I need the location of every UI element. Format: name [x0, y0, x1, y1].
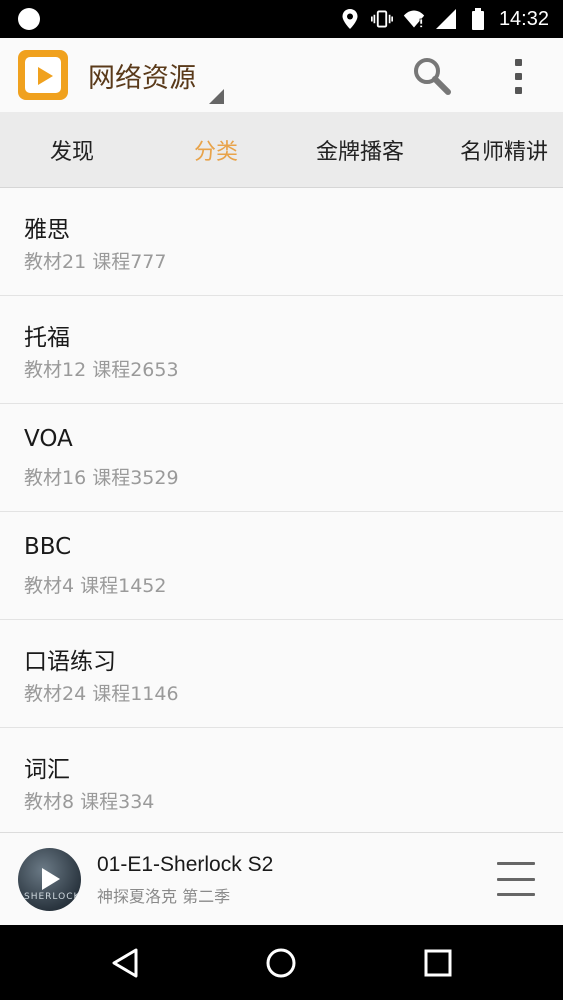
- playlist-button[interactable]: [497, 862, 535, 896]
- status-time: 14:32: [498, 7, 549, 30]
- track-title: 01-E1-Sherlock S2: [97, 853, 274, 876]
- notification-dot-icon: [18, 8, 40, 30]
- item-subtitle: 教材16 课程3529: [24, 467, 179, 489]
- tab-category[interactable]: 分类: [144, 112, 288, 187]
- item-subtitle: 教材4 课程1452: [24, 575, 167, 597]
- tab-gold-podcast[interactable]: 金牌播客: [288, 112, 432, 187]
- item-title: 托福: [24, 325, 70, 351]
- search-icon: [414, 58, 451, 95]
- list-item[interactable]: BBC 教材4 课程1452: [0, 512, 563, 620]
- recents-button[interactable]: [408, 940, 468, 986]
- battery-icon: [467, 8, 489, 30]
- status-icons: 14:32: [339, 0, 549, 38]
- tab-famous-teacher[interactable]: 名师精讲: [432, 112, 563, 187]
- home-icon: [266, 948, 296, 978]
- list-item[interactable]: 托福 教材12 课程2653: [0, 296, 563, 404]
- recents-icon: [424, 949, 452, 977]
- system-nav-bar: [0, 925, 563, 1000]
- item-title: 雅思: [24, 217, 70, 243]
- item-title: 口语练习: [24, 649, 116, 675]
- wifi-icon: [403, 8, 425, 30]
- tab-discover[interactable]: 发现: [0, 112, 144, 187]
- item-subtitle: 教材8 课程334: [24, 791, 155, 813]
- playlist-icon: [497, 862, 535, 865]
- cover-text: SHERLOCK: [24, 892, 81, 902]
- album-cover[interactable]: SHERLOCK: [18, 848, 81, 911]
- item-subtitle: 教材24 课程1146: [24, 683, 179, 705]
- page-title-selector[interactable]: 网络资源: [88, 56, 196, 95]
- list-item[interactable]: VOA 教材16 课程3529: [0, 404, 563, 512]
- back-icon: [112, 948, 138, 978]
- vibrate-icon: [370, 8, 393, 30]
- list-item[interactable]: 雅思 教材21 课程777: [0, 188, 563, 296]
- status-bar: 14:32: [0, 0, 563, 38]
- item-title: VOA: [24, 426, 73, 452]
- signal-icon: [435, 8, 457, 30]
- app-bar: 网络资源: [0, 38, 563, 113]
- category-list: 雅思 教材21 课程777 托福 教材12 课程2653 VOA 教材16 课程…: [0, 188, 563, 836]
- more-vert-icon: [514, 58, 522, 66]
- search-button[interactable]: [410, 54, 454, 98]
- item-title: BBC: [24, 534, 72, 560]
- back-button[interactable]: [95, 940, 155, 986]
- home-button[interactable]: [251, 940, 311, 986]
- track-subtitle: 神探夏洛克 第二季: [97, 887, 231, 906]
- item-subtitle: 教材12 课程2653: [24, 359, 179, 381]
- item-title: 词汇: [24, 757, 70, 783]
- mini-player[interactable]: SHERLOCK 01-E1-Sherlock S2 神探夏洛克 第二季: [0, 832, 563, 926]
- list-item[interactable]: 口语练习 教材24 课程1146: [0, 620, 563, 728]
- more-options-button[interactable]: [496, 54, 540, 98]
- play-logo-icon: [18, 50, 68, 100]
- list-item[interactable]: 词汇 教材8 课程334: [0, 728, 563, 836]
- location-icon: [339, 8, 361, 30]
- dropdown-indicator-icon[interactable]: [209, 89, 224, 104]
- play-icon: [42, 868, 60, 890]
- item-subtitle: 教材21 课程777: [24, 251, 167, 273]
- tab-bar: 发现 分类 金牌播客 名师精讲: [0, 112, 563, 298]
